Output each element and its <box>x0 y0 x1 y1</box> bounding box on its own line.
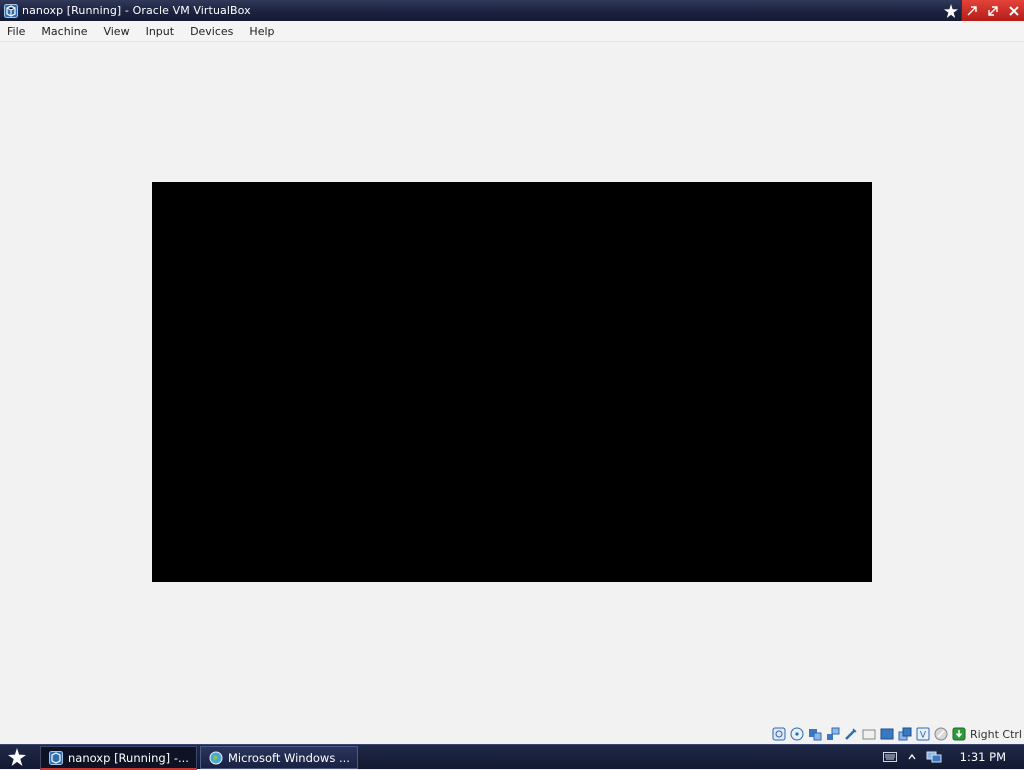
menu-help[interactable]: Help <box>241 25 282 38</box>
menu-machine[interactable]: Machine <box>33 25 95 38</box>
window-controls <box>961 0 1024 21</box>
virtualization-icon[interactable]: V <box>916 727 931 742</box>
clock[interactable]: 1:31 PM <box>960 750 1006 764</box>
keyboard-icon[interactable] <box>882 750 898 764</box>
display-icon[interactable] <box>880 727 895 742</box>
taskbar-item-label: Microsoft Windows ... <box>228 750 350 765</box>
virtualbox-icon <box>4 3 18 18</box>
optical-drive-icon[interactable] <box>790 727 805 742</box>
menu-file[interactable]: File <box>0 25 33 38</box>
taskbar-item-label: nanoxp [Running] -... <box>68 750 189 765</box>
mouse-integration-icon[interactable] <box>934 727 949 742</box>
star-icon[interactable] <box>6 747 28 767</box>
svg-text:V: V <box>920 731 927 741</box>
window-titlebar[interactable]: nanoxp [Running] - Oracle VM VirtualBox <box>0 0 1024 21</box>
vm-display[interactable] <box>152 182 872 582</box>
minimize-icon[interactable] <box>965 4 979 18</box>
taskbar-item-windows[interactable]: Microsoft Windows ... <box>200 746 358 769</box>
host-key-label: Right Ctrl <box>969 727 1022 741</box>
menu-view[interactable]: View <box>95 25 137 38</box>
taskbar-item-virtualbox[interactable]: nanoxp [Running] -... <box>40 746 197 770</box>
hard-disk-icon[interactable] <box>772 727 787 742</box>
taskbar: nanoxp [Running] -... Microsoft Windows … <box>0 744 1024 770</box>
globe-icon <box>209 751 223 764</box>
video-capture-icon[interactable] <box>898 727 913 742</box>
network-tray-icon[interactable] <box>926 750 942 764</box>
usb-icon[interactable] <box>844 727 859 742</box>
menu-bar: File Machine View Input Devices Help <box>0 21 1024 42</box>
keyboard-capture-icon[interactable] <box>952 727 967 742</box>
network-icon[interactable] <box>826 727 841 742</box>
system-tray: 1:31 PM <box>876 745 1024 769</box>
window-title: nanoxp [Running] - Oracle VM VirtualBox <box>22 4 251 17</box>
close-icon[interactable] <box>1007 4 1021 18</box>
shared-folders-icon[interactable] <box>862 727 877 742</box>
menu-input[interactable]: Input <box>138 25 182 38</box>
menu-devices[interactable]: Devices <box>182 25 241 38</box>
audio-icon[interactable] <box>808 727 823 742</box>
chevron-up-icon[interactable] <box>904 750 920 764</box>
maximize-icon[interactable] <box>986 4 1000 18</box>
virtualbox-icon <box>49 750 63 765</box>
pin-icon[interactable] <box>941 0 961 21</box>
vm-status-bar: V Right Ctrl <box>769 724 1024 744</box>
